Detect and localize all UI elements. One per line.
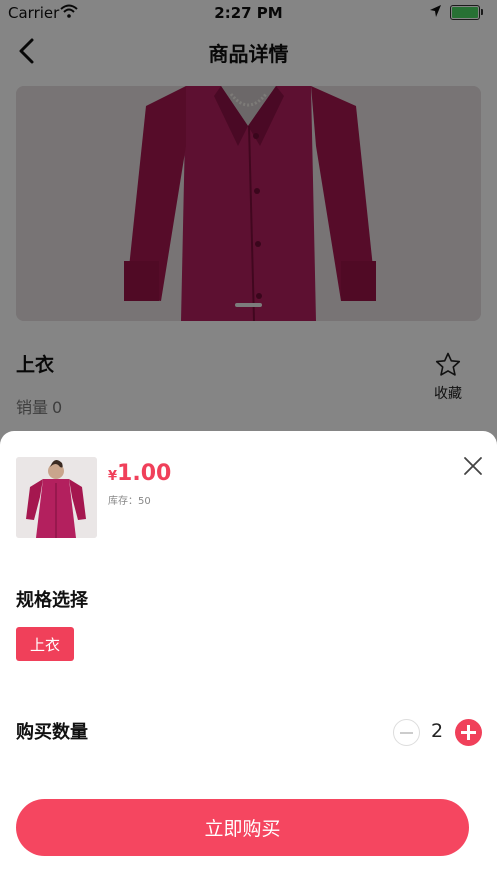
spec-title: 规格选择 [16, 590, 88, 611]
price: ¥1.00 [108, 461, 171, 486]
price-value: 1.00 [117, 461, 172, 486]
quantity-title: 购买数量 [16, 722, 88, 743]
currency-symbol: ¥ [108, 469, 118, 484]
spec-option-selected[interactable]: 上衣 [16, 627, 74, 661]
quantity-value: 2 [430, 720, 444, 742]
close-icon[interactable] [462, 455, 484, 477]
increase-quantity-button[interactable] [455, 719, 482, 746]
stock-text: 库存：50 [108, 496, 151, 507]
purchase-sheet: ¥1.00 库存：50 规格选择 上衣 购买数量 2 立即购买 [0, 431, 497, 883]
product-thumbnail [16, 457, 97, 538]
decrease-quantity-button[interactable] [393, 719, 420, 746]
buy-now-button[interactable]: 立即购买 [16, 799, 469, 856]
